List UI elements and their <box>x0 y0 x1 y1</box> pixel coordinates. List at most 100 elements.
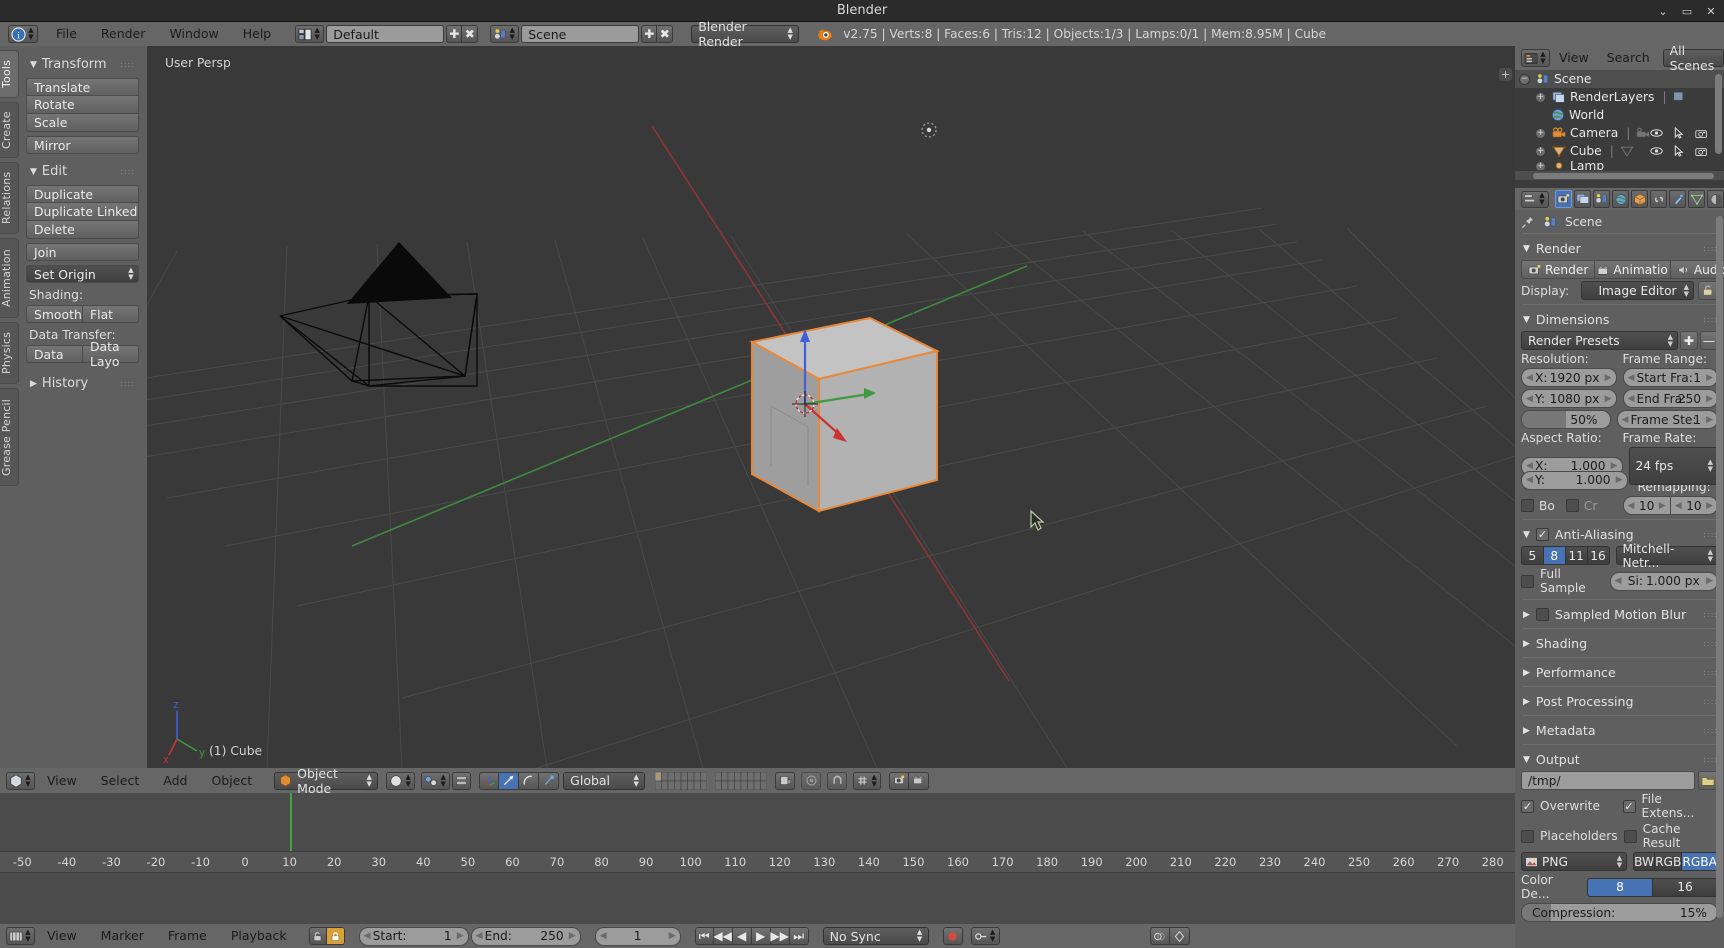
close-icon[interactable]: ✕ <box>1704 4 1718 18</box>
arrow-left-icon[interactable]: ◀ <box>1628 373 1635 383</box>
start-frame-field[interactable]: ◀ Start Fra: 1 ▶ <box>1622 368 1718 387</box>
arrow-left-icon[interactable]: ◀ <box>1526 394 1533 404</box>
antialiasing-checkbox[interactable]: ✓ <box>1535 528 1549 541</box>
panel-header-output[interactable]: ▼ Output :::: <box>1521 749 1718 769</box>
info-editor-icon[interactable]: i ▲ ▼ <box>8 25 38 43</box>
tab-object[interactable] <box>1631 190 1648 208</box>
outliner-hscrollbar[interactable] <box>1515 170 1724 180</box>
data-transfer-layout-button[interactable]: Data Layo <box>83 339 139 369</box>
arrow-left-icon[interactable]: ◀ <box>1628 394 1635 404</box>
properties-editor-icon[interactable]: ▲ ▼ <box>1521 190 1549 208</box>
menu-render[interactable]: Render <box>89 22 158 46</box>
shade-flat-button[interactable]: Flat <box>83 305 139 323</box>
maximize-icon[interactable]: ▭ <box>1680 4 1694 18</box>
output-path-field[interactable]: /tmp/ <box>1521 771 1695 790</box>
screen-layout-field[interactable]: Default <box>326 25 445 43</box>
3d-viewport[interactable]: z y x User Persp (1) Cube + <box>147 46 1515 768</box>
end-frame-field[interactable]: ◀ End Fra: 250 ▶ <box>1622 389 1718 408</box>
prev-keyframe-button[interactable]: ◀◀ <box>713 927 733 945</box>
border-checkbox[interactable] <box>1521 499 1534 512</box>
pin-icon[interactable] <box>1521 215 1535 229</box>
render-presets-selector[interactable]: Render Presets ▲ ▼ <box>1521 331 1678 350</box>
pivot-median-point-icon[interactable]: ▲ ▼ <box>421 771 451 790</box>
frame-rate-selector[interactable]: 24 fps ▲ ▼ <box>1628 447 1718 485</box>
tab-world[interactable] <box>1612 190 1629 208</box>
duplicate-button[interactable]: Duplicate <box>26 185 139 203</box>
panel-header-history[interactable]: ▶ History :::: <box>26 373 139 396</box>
rotate-manipulator-icon[interactable] <box>519 771 540 790</box>
cache-result-checkbox[interactable] <box>1623 829 1637 843</box>
expand-icon[interactable]: + <box>1535 127 1546 139</box>
panel-header-dimensions[interactable]: ▼ Dimensions :::: <box>1521 309 1718 329</box>
shade-smooth-button[interactable]: Smooth <box>26 305 83 323</box>
color-mode-rgb[interactable]: RGB <box>1655 852 1683 871</box>
align-to-transform-orientation-icon[interactable] <box>452 771 472 790</box>
selectable-cursor-icon[interactable] <box>1674 127 1684 139</box>
aspect-y-field[interactable]: ◀ Y: 1.000 ▶ <box>1521 470 1628 490</box>
remap-old-field[interactable]: ◀ 10 ▶ <box>1622 496 1671 515</box>
display-mode-selector[interactable]: Image Editor ▲ ▼ <box>1581 281 1694 300</box>
timeline-menu-frame[interactable]: Frame <box>156 924 219 948</box>
play-reverse-button[interactable]: ◀ <box>732 927 752 945</box>
screen-layout-icon[interactable]: ▲ ▼ <box>295 25 325 43</box>
arrow-right-icon[interactable]: ▶ <box>1616 475 1623 485</box>
translate-manipulator-icon[interactable] <box>499 771 520 790</box>
outliner-tree[interactable]: − Scene + RenderLayers | World + Camera … <box>1515 70 1724 180</box>
viewport-canvas[interactable]: z y x <box>147 46 1515 768</box>
toolshelf-expand-plus-icon[interactable]: + <box>1499 68 1512 81</box>
visibility-eye-icon[interactable] <box>1650 146 1663 156</box>
timeline-menu-marker[interactable]: Marker <box>89 924 156 948</box>
rotate-button[interactable]: Rotate <box>26 96 139 114</box>
scale-button[interactable]: Scale <box>26 114 139 132</box>
interaction-mode-selector[interactable]: Object Mode ▲ ▼ <box>274 766 379 796</box>
motion-blur-checkbox[interactable] <box>1535 608 1549 621</box>
tab-object-data[interactable] <box>1688 190 1705 208</box>
snap-target-icon[interactable]: ▲ ▼ <box>853 771 882 790</box>
auto-key-icon[interactable] <box>1169 927 1190 945</box>
unlock-icon[interactable] <box>308 927 327 945</box>
lock-object-modes-icon[interactable] <box>775 771 796 790</box>
keying-set-icon[interactable]: ▲ ▼ <box>970 927 1000 945</box>
scene-layers-group-2-icon[interactable] <box>715 771 768 790</box>
viewport-menu-object[interactable]: Object <box>199 768 264 793</box>
outliner-scrollbar[interactable] <box>1715 74 1722 154</box>
menu-file[interactable]: File <box>44 22 89 46</box>
outliner-row-scene[interactable]: − Scene <box>1515 70 1724 88</box>
panel-header-transform[interactable]: ▼ Transform :::: <box>26 54 139 77</box>
arrow-right-icon[interactable]: ▶ <box>457 931 464 941</box>
panel-header-edit[interactable]: ▼ Edit :::: <box>26 161 139 184</box>
tab-render-layers[interactable] <box>1574 190 1591 208</box>
arrow-left-icon[interactable]: ◀ <box>364 931 371 941</box>
selectable-cursor-icon[interactable] <box>1674 145 1684 157</box>
end-frame-field[interactable]: ◀ End: 250 ▶ <box>470 926 581 946</box>
outliner-display-mode-icon[interactable]: ▲ ▼ <box>1521 49 1550 67</box>
panel-header-post-processing[interactable]: ▶ Post Processing :::: <box>1521 691 1718 711</box>
render-opengl-icon[interactable] <box>889 771 910 790</box>
aa-samples-8[interactable]: 8 <box>1543 546 1566 565</box>
solid-shading-icon[interactable]: ▲ ▼ <box>386 771 416 790</box>
arrow-left-icon[interactable]: ◀ <box>600 931 607 941</box>
sidebar-item-grease-pencil[interactable]: Grease Pencil <box>0 388 19 486</box>
sidebar-item-tools[interactable]: Tools <box>0 50 19 98</box>
sidebar-item-animation[interactable]: Animation <box>0 238 19 318</box>
arrow-right-icon[interactable]: ▶ <box>1706 576 1713 586</box>
viewport-menu-add[interactable]: Add <box>151 768 199 793</box>
add-screen-button[interactable]: ✚ <box>446 25 463 43</box>
arrow-left-icon[interactable]: ◀ <box>1628 501 1635 511</box>
delete-button[interactable]: Delete <box>26 221 139 239</box>
file-format-selector[interactable]: PNG ▲ ▼ <box>1521 852 1628 871</box>
aa-samples-16[interactable]: 16 <box>1587 546 1610 565</box>
arrow-right-icon[interactable]: ▶ <box>1706 415 1713 425</box>
current-frame-field[interactable]: ◀ 1 ▶ <box>594 926 681 946</box>
arrow-right-icon[interactable]: ▶ <box>1706 394 1713 404</box>
menu-help[interactable]: Help <box>231 22 284 46</box>
arrow-left-icon[interactable]: ◀ <box>1526 373 1533 383</box>
timeline-track-area[interactable] <box>0 793 1515 873</box>
scene-layers-icon[interactable] <box>655 771 708 790</box>
duplicate-linked-button[interactable]: Duplicate Linked <box>26 203 139 221</box>
data-transfer-button[interactable]: Data <box>26 345 83 363</box>
panel-header-metadata[interactable]: ▶ Metadata :::: <box>1521 720 1718 740</box>
record-icon[interactable] <box>942 927 963 945</box>
placeholders-checkbox[interactable] <box>1521 829 1534 843</box>
crop-checkbox[interactable] <box>1565 499 1579 512</box>
